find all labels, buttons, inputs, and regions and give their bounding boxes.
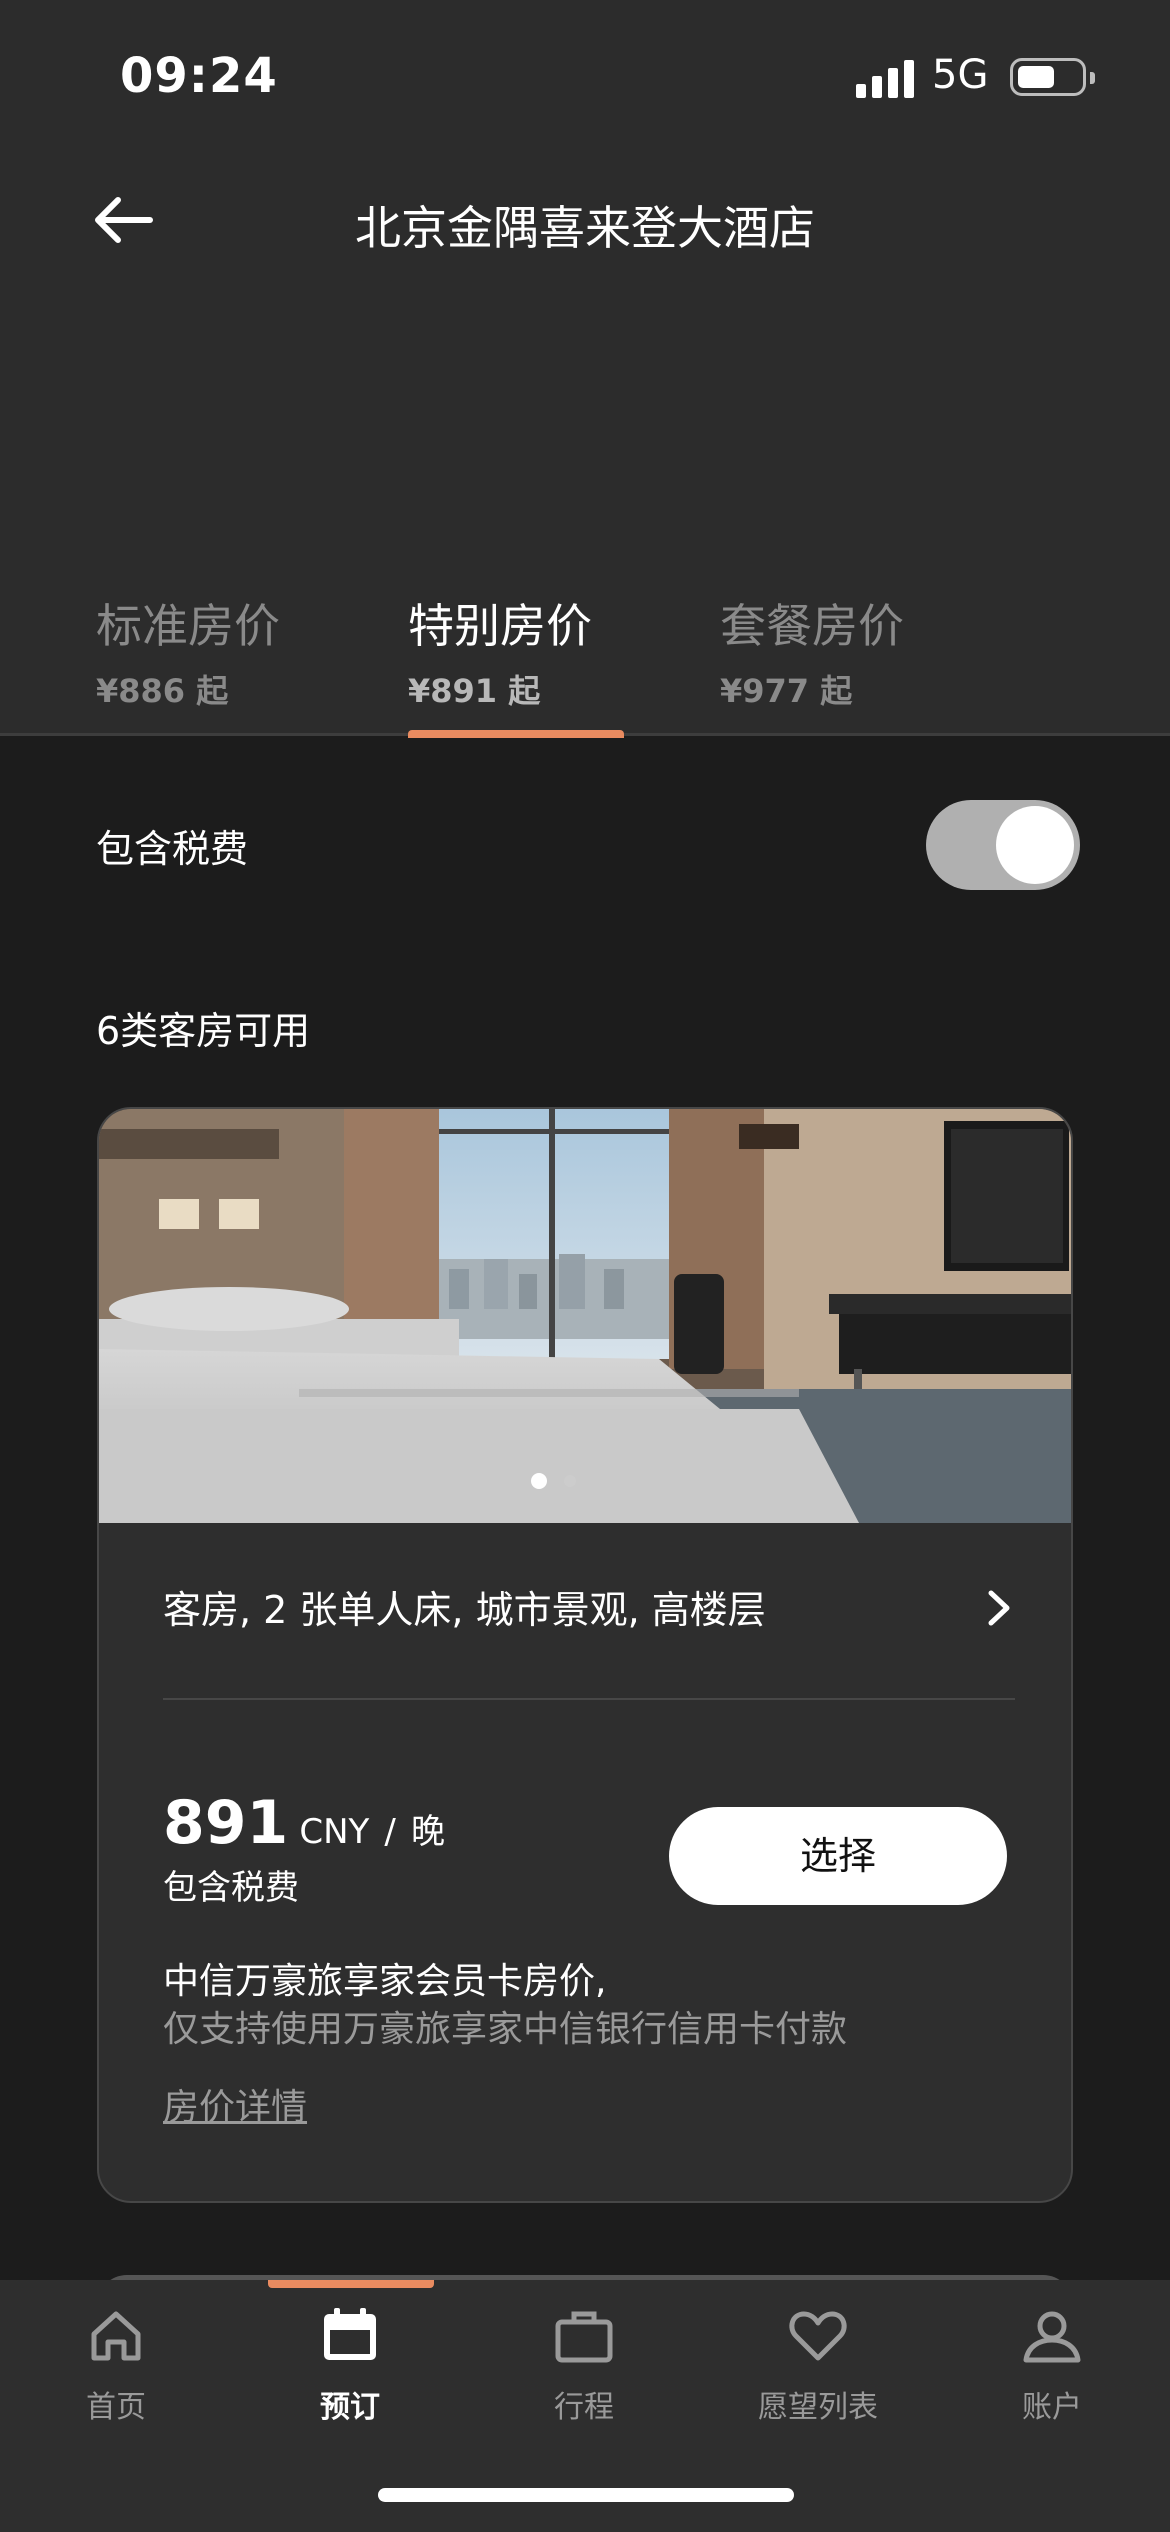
tax-toggle-row: 包含税费 — [96, 800, 1080, 890]
carousel-dot[interactable] — [564, 1475, 576, 1487]
price-line: 891 CNY / 晚 — [163, 1788, 663, 1858]
battery-icon — [1010, 58, 1095, 96]
room-card: 客房, 2 张单人床, 城市景观, 高楼层 891 CNY / 晚 包含税费 选… — [97, 1107, 1073, 2203]
price-currency: CNY — [299, 1812, 370, 1852]
rooms-available-count: 6类客房可用 — [96, 1009, 311, 1053]
price-block: 891 CNY / 晚 包含税费 — [163, 1788, 663, 1909]
tab-label: 首页 — [86, 2390, 146, 2425]
tab-account[interactable]: 账户 — [952, 2304, 1152, 2454]
tab-wishlist[interactable]: 愿望列表 — [718, 2304, 918, 2454]
toggle-knob — [996, 806, 1074, 884]
price-separator: / — [384, 1812, 396, 1852]
network-label: 5G — [932, 52, 989, 98]
member-rate-note: 仅支持使用万豪旅享家中信银行信用卡付款 — [163, 2009, 848, 2050]
tax-toggle[interactable] — [926, 800, 1080, 890]
tax-label: 包含税费 — [96, 827, 249, 871]
home-icon — [91, 2311, 141, 2361]
price-tax-note: 包含税费 — [163, 1868, 299, 1908]
tab-booking[interactable]: 预订 — [250, 2304, 450, 2454]
tab-label: 行程 — [554, 2390, 614, 2425]
tab-label: 愿望列表 — [758, 2390, 878, 2425]
signal-icon — [856, 58, 916, 98]
user-icon — [1023, 2311, 1081, 2363]
tab-name: 特别房价 — [408, 599, 592, 653]
hotel-title: 北京金隅喜来登大酒店 — [355, 201, 815, 255]
tab-name: 套餐房价 — [720, 599, 904, 653]
carousel-dot-active[interactable] — [531, 1473, 547, 1489]
tab-price: ¥886 起 — [96, 672, 229, 710]
tab-special-rate[interactable]: 特别房价 ¥891 起 — [408, 590, 648, 736]
tab-trips[interactable]: 行程 — [484, 2304, 684, 2454]
member-rate-title: 中信万豪旅享家会员卡房价, — [163, 1961, 607, 2002]
tab-name: 标准房价 — [96, 599, 280, 653]
room-info: 客房, 2 张单人床, 城市景观, 高楼层 891 CNY / 晚 包含税费 选… — [99, 1523, 1071, 2201]
heart-icon — [789, 2311, 847, 2361]
price-amount: 891 — [163, 1788, 289, 1858]
select-button[interactable]: 选择 — [669, 1807, 1007, 1905]
divider — [163, 1698, 1015, 1700]
tab-label: 账户 — [1022, 2390, 1082, 2425]
active-tab-indicator — [268, 2280, 434, 2288]
rate-details-link[interactable]: 房价详情 — [163, 2078, 307, 2130]
tab-price: ¥977 起 — [720, 672, 853, 710]
status-time: 09:24 — [120, 48, 278, 104]
active-tab-indicator — [408, 730, 624, 738]
rate-tabs: 标准房价 ¥886 起 特别房价 ¥891 起 套餐房价 ¥977 起 — [0, 590, 1170, 738]
room-name: 客房, 2 张单人床, 城市景观, 高楼层 — [163, 1588, 766, 1632]
nav-header: 北京金隅喜来登大酒店 — [0, 170, 1170, 270]
price-per-night: 晚 — [410, 1812, 445, 1852]
tab-standard-rate[interactable]: 标准房价 ¥886 起 — [96, 590, 336, 736]
briefcase-icon — [555, 2311, 613, 2363]
tab-package-rate[interactable]: 套餐房价 ¥977 起 — [720, 590, 960, 736]
room-name-row[interactable]: 客房, 2 张单人床, 城市景观, 高楼层 — [163, 1573, 1015, 1653]
tab-home[interactable]: 首页 — [16, 2304, 216, 2454]
room-photo[interactable] — [99, 1109, 1073, 1523]
tab-label: 预订 — [320, 2390, 380, 2425]
calendar-icon — [324, 2308, 376, 2360]
member-rate-info: 中信万豪旅享家会员卡房价, 仅支持使用万豪旅享家中信银行信用卡付款 — [163, 1958, 1023, 2054]
home-indicator — [378, 2488, 794, 2502]
status-bar: 09:24 5G — [0, 0, 1170, 150]
chevron-right-icon — [988, 1590, 1010, 1626]
tab-price: ¥891 起 — [408, 672, 541, 710]
